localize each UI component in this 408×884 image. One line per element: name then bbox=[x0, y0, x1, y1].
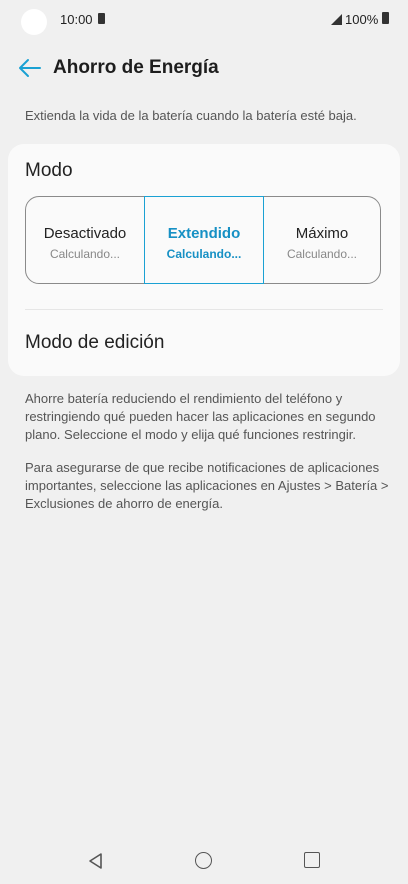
status-bar: 10:00 100% bbox=[0, 0, 408, 40]
mode-option-maximo[interactable]: Máximo Calculando... bbox=[264, 197, 380, 283]
mode-option-label: Desactivado bbox=[43, 225, 127, 242]
mode-option-status: Calculando... bbox=[49, 247, 121, 261]
mode-option-desactivado[interactable]: Desactivado Calculando... bbox=[26, 197, 144, 283]
nav-home-icon[interactable] bbox=[195, 852, 212, 869]
description-paragraph: Para asegurarse de que recibe notificaci… bbox=[25, 460, 389, 511]
mode-option-status: Calculando... bbox=[286, 247, 358, 261]
mode-option-label: Extendido bbox=[167, 225, 241, 242]
mode-card: Modo Desactivado Calculando... Extendido… bbox=[8, 144, 400, 376]
nav-back-icon[interactable] bbox=[87, 852, 105, 870]
edit-mode-item[interactable]: Modo de edición bbox=[25, 332, 164, 354]
battery-icon bbox=[382, 12, 389, 24]
battery-percent: 100% bbox=[345, 12, 379, 27]
mode-option-status: Calculando... bbox=[166, 247, 242, 261]
mode-heading: Modo bbox=[25, 160, 73, 181]
camera-cutout bbox=[21, 9, 47, 35]
nav-recents-icon[interactable] bbox=[304, 852, 320, 868]
mode-option-extendido[interactable]: Extendido Calculando... bbox=[144, 196, 264, 284]
description-paragraph: Ahorre batería reduciendo el rendimiento… bbox=[25, 391, 376, 442]
intro-text: Extienda la vida de la batería cuando la… bbox=[25, 108, 357, 123]
signal-icon bbox=[331, 14, 342, 25]
app-bar: Ahorro de Energía bbox=[0, 44, 408, 92]
page-title: Ahorro de Energía bbox=[53, 57, 219, 78]
divider bbox=[25, 309, 383, 310]
navigation-bar bbox=[0, 836, 408, 884]
mode-selector: Desactivado Calculando... Extendido Calc… bbox=[25, 196, 381, 284]
back-arrow-icon[interactable] bbox=[16, 56, 44, 80]
mode-option-label: Máximo bbox=[295, 225, 349, 242]
battery-saver-icon bbox=[98, 13, 105, 24]
status-time: 10:00 bbox=[60, 12, 93, 27]
